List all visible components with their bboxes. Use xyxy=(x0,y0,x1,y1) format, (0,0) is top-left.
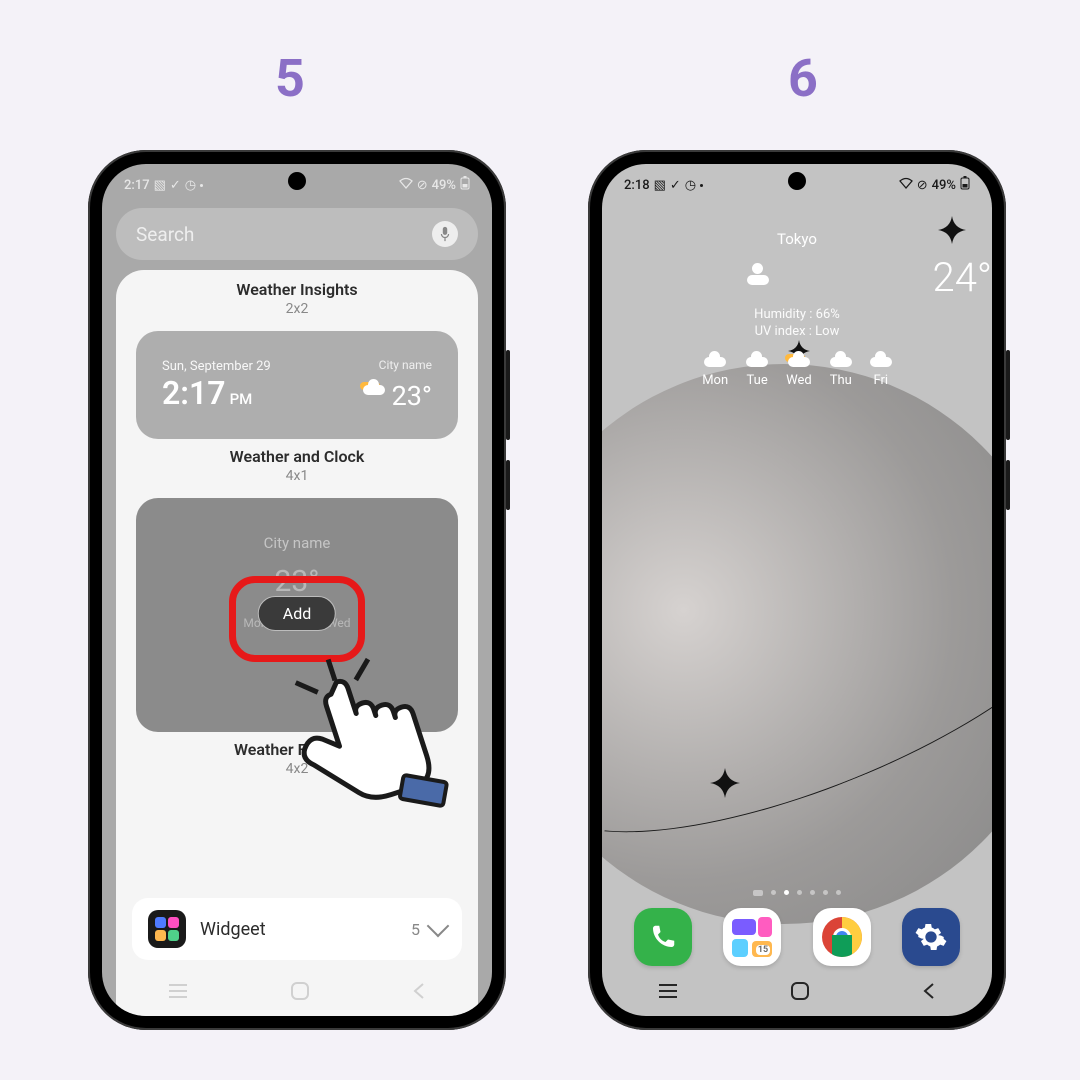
battery-icon xyxy=(960,176,970,194)
weather-temp: 24° xyxy=(933,254,993,301)
no-signal-icon: ⊘ xyxy=(417,178,428,193)
navigation-bar xyxy=(116,970,478,1016)
screen-widget-picker: 2:17 ▧ ✓ ◷ ⊘ 49% Search xyxy=(102,164,492,1016)
widget-app-row[interactable]: Widgeet 5 xyxy=(132,898,462,960)
side-button xyxy=(1006,460,1010,510)
page-dot xyxy=(836,890,841,895)
screen-home[interactable]: 2:18 ▧ ✓ ◷ ⊘ 49% Tokyo 24° xyxy=(602,164,992,1016)
recents-button[interactable] xyxy=(657,983,679,1003)
alarm-icon: ◷ xyxy=(185,178,196,193)
page-indicator[interactable] xyxy=(602,890,992,896)
home-button[interactable] xyxy=(290,981,310,1005)
weather-day-label: Thu xyxy=(830,373,852,388)
weather-day-label: Tue xyxy=(747,373,768,388)
app-row-count: 5 xyxy=(411,920,420,939)
gallery-icon: 15 xyxy=(732,917,772,957)
phone-mockup-left: 2:17 ▧ ✓ ◷ ⊘ 49% Search xyxy=(88,150,506,1030)
widget-size-insights: 2x2 xyxy=(116,301,478,317)
back-button[interactable] xyxy=(411,981,427,1005)
widget-panel[interactable]: Weather Insights 2x2 Sun, September 29 2… xyxy=(116,270,478,1016)
image-icon: ▧ xyxy=(654,178,666,193)
page-dot-home xyxy=(753,890,763,896)
dock: 15 xyxy=(602,908,992,966)
camera-hole xyxy=(788,172,806,190)
weather-city: Tokyo xyxy=(602,230,992,248)
chrome-icon xyxy=(822,917,862,957)
pointer-hand-icon xyxy=(298,664,448,834)
add-button[interactable]: Add xyxy=(258,596,336,631)
mic-icon[interactable] xyxy=(432,221,458,247)
widget-size-clock: 4x1 xyxy=(116,468,478,484)
widget-preview-clock[interactable]: Sun, September 29 2:17PM City name 23° xyxy=(136,331,458,439)
clock-time: 2:17 xyxy=(162,374,226,412)
weather-day-icon xyxy=(870,353,892,367)
weather-day-icon xyxy=(746,353,768,367)
weather-day-icon xyxy=(788,353,810,367)
weather-icon xyxy=(747,265,777,285)
alarm-icon: ◷ xyxy=(685,178,696,193)
widget-title-insights: Weather Insights xyxy=(116,280,478,299)
weather-widget[interactable]: Tokyo 24° Humidity : 66% UV index : Low … xyxy=(602,230,992,388)
home-button[interactable] xyxy=(790,981,810,1005)
app-settings[interactable] xyxy=(902,908,960,966)
chevron-down-icon xyxy=(427,915,450,938)
battery-icon xyxy=(460,176,470,194)
check-icon: ✓ xyxy=(670,178,681,193)
gallery-badge: 15 xyxy=(756,945,770,955)
sparkle-icon xyxy=(710,768,740,798)
weather-icon xyxy=(363,381,385,395)
clock-temp: 23° xyxy=(392,380,432,412)
app-phone[interactable] xyxy=(634,908,692,966)
weather-humidity: Humidity : 66% xyxy=(602,307,992,322)
step-number-6: 6 xyxy=(788,48,818,109)
battery-text: 49% xyxy=(432,178,456,193)
page-dot xyxy=(797,890,802,895)
app-chrome[interactable] xyxy=(813,908,871,966)
page-dot xyxy=(771,890,776,895)
page-dot-active xyxy=(784,890,789,895)
search-placeholder: Search xyxy=(136,223,194,246)
power-button xyxy=(506,350,510,440)
page-dot xyxy=(823,890,828,895)
recents-button[interactable] xyxy=(167,983,189,1003)
forecast-city: City name xyxy=(136,534,458,552)
image-icon: ▧ xyxy=(154,178,166,193)
check-icon: ✓ xyxy=(170,178,181,193)
wifi-icon xyxy=(399,178,413,193)
app-row-name: Widgeet xyxy=(200,919,266,940)
step-number-5: 5 xyxy=(275,48,305,109)
app-icon-widgeet xyxy=(148,910,186,948)
widget-title-clock: Weather and Clock xyxy=(116,447,478,466)
weather-day-icon xyxy=(704,353,726,367)
app-gallery[interactable]: 15 xyxy=(723,908,781,966)
weather-day-label: Mon xyxy=(702,373,728,388)
status-dot xyxy=(200,184,203,187)
battery-text: 49% xyxy=(932,178,956,193)
weather-uv: UV index : Low xyxy=(602,324,992,339)
back-button[interactable] xyxy=(921,981,937,1005)
wifi-icon xyxy=(899,178,913,193)
page-dot xyxy=(810,890,815,895)
status-dot xyxy=(700,184,703,187)
no-signal-icon: ⊘ xyxy=(917,178,928,193)
side-button xyxy=(506,460,510,510)
clock-date: Sun, September 29 xyxy=(162,359,271,374)
search-input[interactable]: Search xyxy=(116,208,478,260)
weather-day-label: Wed xyxy=(786,373,812,388)
weather-day-icon xyxy=(830,353,852,367)
clock-ampm: PM xyxy=(230,390,253,408)
navigation-bar xyxy=(602,970,992,1016)
weather-day-label: Fri xyxy=(874,373,889,388)
status-time: 2:18 xyxy=(624,178,650,193)
clock-city: City name xyxy=(363,358,432,372)
power-button xyxy=(1006,350,1010,440)
status-time: 2:17 xyxy=(124,178,150,193)
weather-days: Mon Tue Wed Thu Fri xyxy=(602,353,992,388)
camera-hole xyxy=(288,172,306,190)
phone-mockup-right: 2:18 ▧ ✓ ◷ ⊘ 49% Tokyo 24° xyxy=(588,150,1006,1030)
